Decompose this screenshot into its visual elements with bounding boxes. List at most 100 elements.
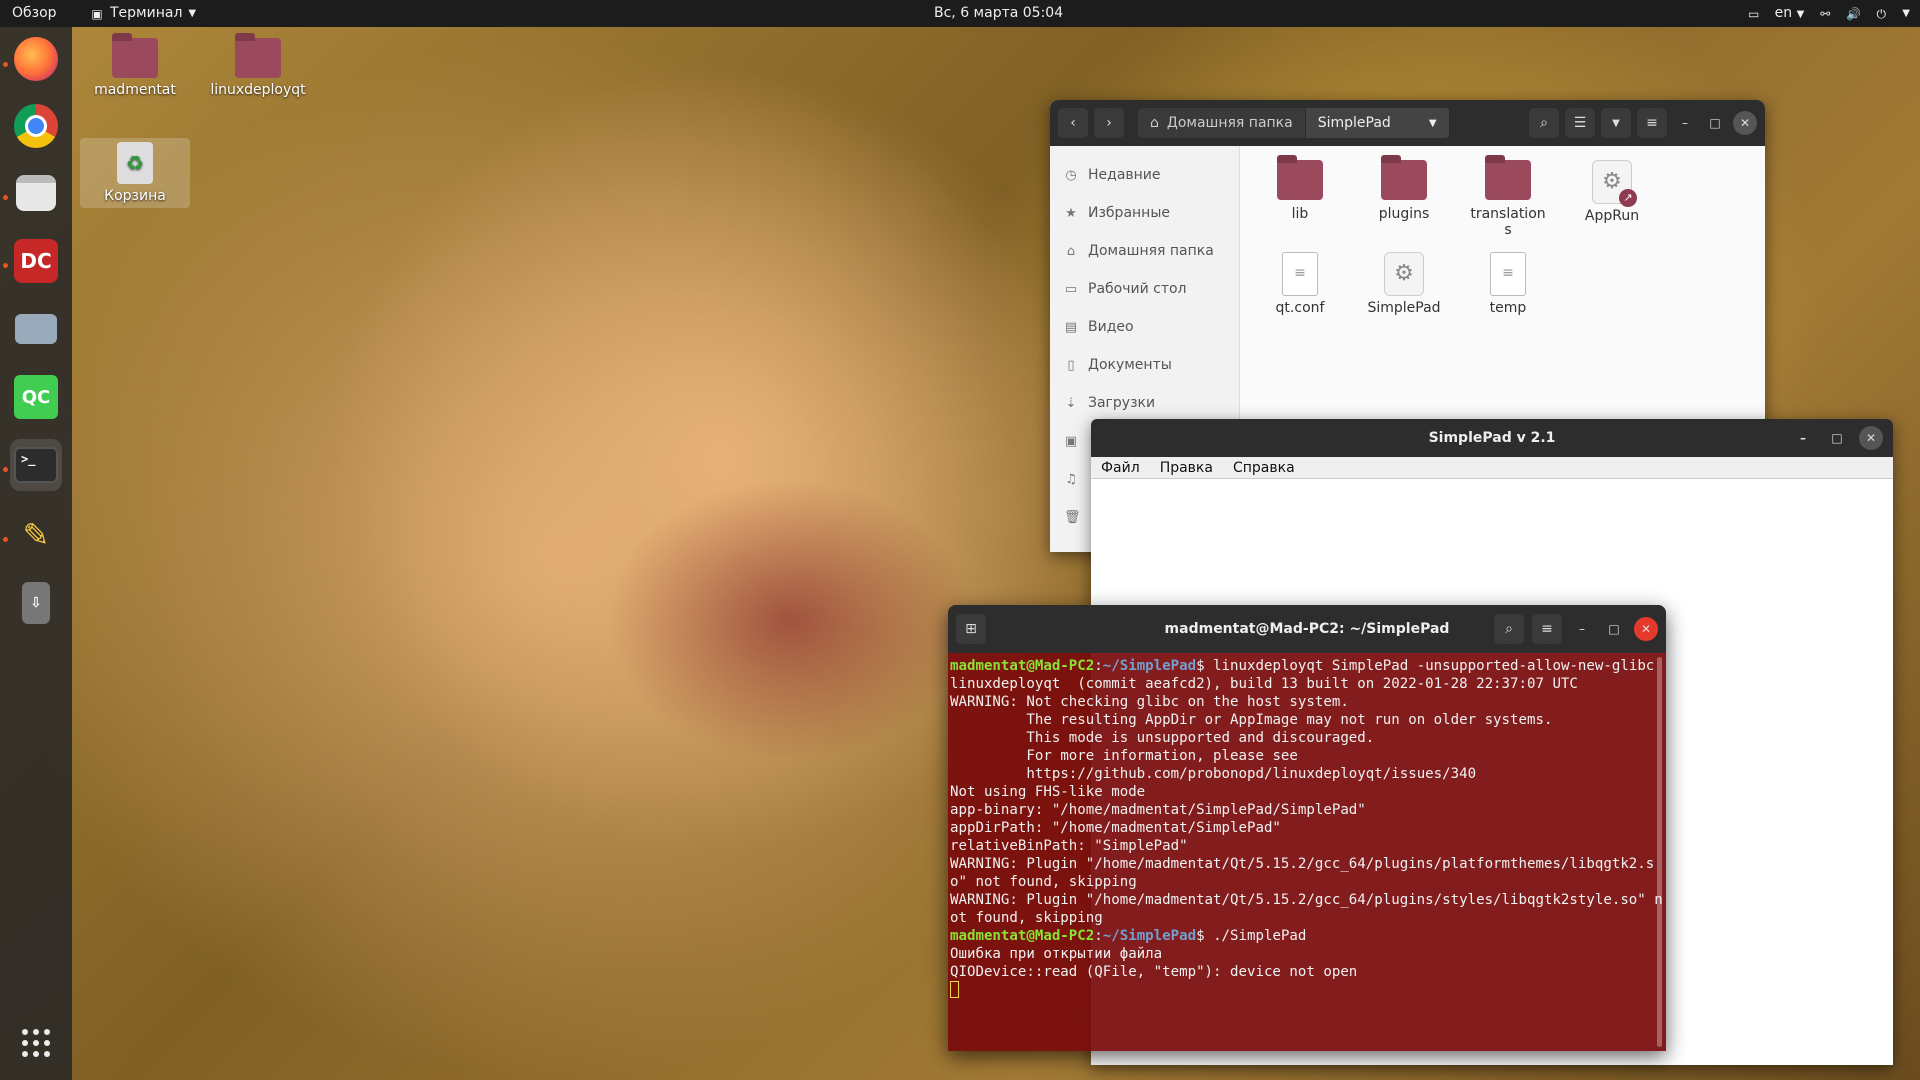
- close-button[interactable]: ✕: [1859, 426, 1883, 450]
- clock[interactable]: Вс, 6 марта 05:04: [934, 0, 1063, 27]
- close-button[interactable]: ✕: [1634, 617, 1658, 641]
- sidebar-item-recent[interactable]: ◷ Недавние: [1050, 156, 1239, 194]
- desktop-icon-label: Корзина: [104, 188, 166, 204]
- minimize-button[interactable]: –: [1673, 111, 1697, 135]
- text-cursor: [950, 981, 959, 998]
- file-item-simplepad[interactable]: ⚙ SimplePad: [1352, 246, 1456, 338]
- files-icon: [16, 175, 56, 211]
- sidebar-item-videos[interactable]: ▤ Видео: [1050, 308, 1239, 346]
- chevron-left-icon: ‹: [1070, 115, 1076, 131]
- maximize-icon: □: [1608, 622, 1620, 636]
- terminal-icon: ▣: [91, 6, 103, 21]
- maximize-button[interactable]: □: [1825, 426, 1849, 450]
- file-label: SimplePad: [1367, 300, 1441, 316]
- window-title: SimplePad v 2.1: [1428, 430, 1556, 446]
- chevron-down-icon[interactable]: ▼: [1902, 0, 1910, 27]
- screen-icon[interactable]: ▭: [1747, 7, 1761, 21]
- dock-usb-drive[interactable]: ⇩: [10, 577, 62, 629]
- network-icon[interactable]: ⚯: [1818, 7, 1832, 21]
- activities-button[interactable]: Обзор: [12, 0, 57, 27]
- close-icon: ✕: [1865, 431, 1877, 445]
- command-line: $ linuxdeployqt SimplePad -unsupported-a…: [1196, 658, 1655, 674]
- list-view-icon: ☰: [1573, 115, 1587, 131]
- file-item-translations[interactable]: translation s: [1456, 154, 1560, 246]
- show-applications-button[interactable]: [10, 1017, 62, 1069]
- dock-chrome[interactable]: [10, 100, 62, 152]
- home-icon: ⌂: [1150, 115, 1159, 131]
- files-headerbar: ‹ › ⌂ Домашняя папка SimplePad ▼ ⌕ ☰ ▼ ≡…: [1050, 100, 1765, 146]
- chevron-down-icon: ▼: [1796, 8, 1805, 20]
- keyboard-layout[interactable]: en ▼: [1775, 0, 1805, 28]
- file-label: plugins: [1378, 206, 1430, 222]
- sidebar-item-desktop[interactable]: ▭ Рабочий стол: [1050, 270, 1239, 308]
- file-item-temp[interactable]: ≡ temp: [1456, 246, 1560, 338]
- menu-help[interactable]: Справка: [1223, 457, 1305, 478]
- dock: DC QC >_ ✎ ⇩: [0, 27, 72, 1080]
- file-item-lib[interactable]: lib: [1248, 154, 1352, 246]
- desktop-icon-label: madmentat: [94, 82, 176, 98]
- minimize-icon: –: [1579, 622, 1585, 636]
- search-icon: ⌕: [1540, 115, 1548, 131]
- hamburger-icon: ≡: [1541, 621, 1553, 637]
- search-button[interactable]: ⌕: [1494, 614, 1524, 644]
- dock-disks[interactable]: [10, 303, 62, 355]
- system-tray: ▭ en ▼ ⚯ 🔊 ⏻ ▼: [1747, 0, 1910, 27]
- scrollbar[interactable]: [1657, 657, 1662, 1047]
- symlink-badge-icon: ↗: [1619, 189, 1637, 207]
- path-segment-home[interactable]: ⌂ Домашняя папка: [1138, 108, 1306, 138]
- desktop-icon-home[interactable]: madmentat: [80, 33, 190, 98]
- path-bar: ⌂ Домашняя папка SimplePad ▼: [1138, 108, 1450, 138]
- volume-icon[interactable]: 🔊: [1846, 7, 1861, 21]
- menu-edit[interactable]: Правка: [1150, 457, 1223, 478]
- close-button[interactable]: ✕: [1733, 111, 1757, 135]
- menu-file[interactable]: Файл: [1091, 457, 1150, 478]
- text-file-icon: ≡: [1282, 252, 1318, 296]
- folder-icon: [235, 33, 281, 78]
- sidebar-item-documents[interactable]: ▯ Документы: [1050, 346, 1239, 384]
- maximize-icon: □: [1831, 431, 1843, 445]
- file-item-plugins[interactable]: plugins: [1352, 154, 1456, 246]
- app-menu-label: Терминал: [110, 5, 183, 21]
- dock-text-editor[interactable]: ✎: [10, 509, 62, 561]
- prompt-path: ~/SimplePad: [1102, 928, 1197, 944]
- firefox-icon: [14, 37, 58, 81]
- disks-icon: [15, 314, 57, 344]
- terminal-output[interactable]: madmentat@Mad-PC2:~/SimplePad$ linuxdepl…: [948, 653, 1666, 1051]
- desktop-icon-trash[interactable]: ♻ Корзина: [80, 138, 190, 208]
- minimize-icon: –: [1682, 116, 1688, 130]
- maximize-button[interactable]: □: [1703, 111, 1727, 135]
- double-commander-icon: DC: [14, 239, 58, 283]
- new-tab-button[interactable]: ⊞: [956, 614, 986, 644]
- file-label: translation s: [1470, 206, 1546, 238]
- menu-button[interactable]: ≡: [1637, 108, 1667, 138]
- dock-terminal[interactable]: >_: [10, 439, 62, 491]
- desktop-icon-linuxdeployqt[interactable]: linuxdeployqt: [203, 33, 313, 98]
- menu-button[interactable]: ≡: [1532, 614, 1562, 644]
- sidebar-item-label: Рабочий стол: [1088, 281, 1187, 297]
- app-menu[interactable]: ▣ Терминал ▼: [90, 0, 196, 27]
- dock-double-commander[interactable]: DC: [10, 235, 62, 287]
- path-segment-current[interactable]: SimplePad ▼: [1305, 108, 1450, 138]
- maximize-icon: □: [1709, 116, 1721, 130]
- dock-qt-creator[interactable]: QC: [10, 371, 62, 423]
- dock-firefox[interactable]: [10, 33, 62, 85]
- file-item-apprun[interactable]: ⚙ ↗ AppRun: [1560, 154, 1664, 246]
- minimize-button[interactable]: –: [1791, 426, 1815, 450]
- sidebar-item-starred[interactable]: ★ Избранные: [1050, 194, 1239, 232]
- power-icon[interactable]: ⏻: [1874, 7, 1888, 21]
- prompt-user: madmentat@Mad-PC2: [950, 658, 1095, 674]
- sidebar-item-downloads[interactable]: ⇣ Загрузки: [1050, 384, 1239, 422]
- back-button[interactable]: ‹: [1058, 108, 1088, 138]
- forward-button[interactable]: ›: [1094, 108, 1124, 138]
- view-options-button[interactable]: ▼: [1601, 108, 1631, 138]
- dock-files[interactable]: [10, 167, 62, 219]
- maximize-button[interactable]: □: [1602, 617, 1626, 641]
- folder-icon: [1277, 155, 1323, 200]
- home-icon: ⌂: [1066, 243, 1076, 259]
- view-list-button[interactable]: ☰: [1565, 108, 1595, 138]
- file-item-qt-conf[interactable]: ≡ qt.conf: [1248, 246, 1352, 338]
- path-segment-label: SimplePad: [1317, 115, 1391, 131]
- sidebar-item-home[interactable]: ⌂ Домашняя папка: [1050, 232, 1239, 270]
- minimize-button[interactable]: –: [1570, 617, 1594, 641]
- search-button[interactable]: ⌕: [1529, 108, 1559, 138]
